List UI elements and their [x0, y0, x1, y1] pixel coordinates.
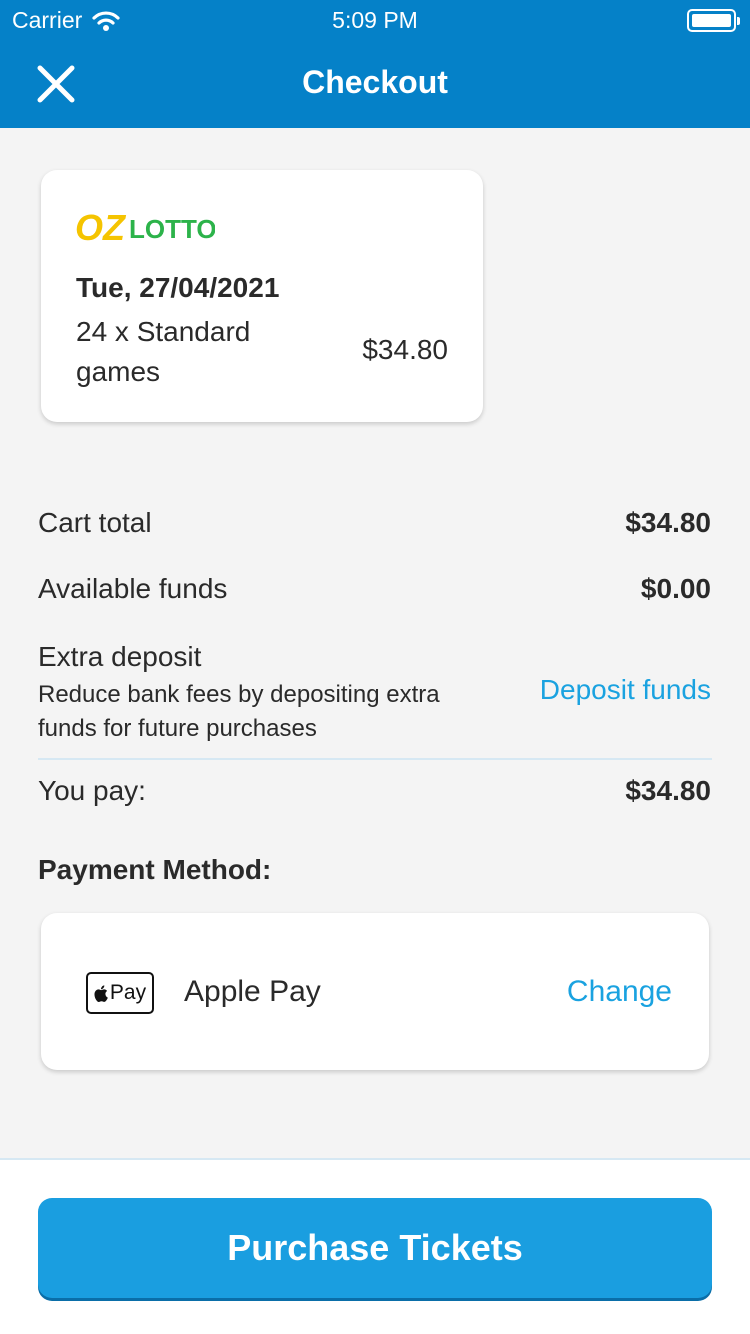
apple-pay-badge-text: Pay: [109, 981, 147, 1004]
svg-text:OZ: OZ: [75, 207, 127, 248]
clock: 5:09 PM: [332, 7, 418, 33]
game-count: 24 x Standard games: [76, 316, 251, 387]
payment-method-title: Payment Method:: [38, 854, 272, 885]
available-funds-value: $0.00: [640, 573, 711, 604]
oz-lotto-logo: OZ LOTTO: [75, 206, 215, 250]
summary-divider: [38, 758, 712, 760]
cart-total-value: $34.80: [625, 507, 711, 538]
extra-deposit-hint: Reduce bank fees by depositing extra fun…: [38, 681, 440, 742]
oz-lotto-logo-icon: OZ LOTTO: [75, 207, 215, 248]
svg-text:LOTTO: LOTTO: [129, 214, 215, 244]
apple-pay-icon: Pay: [86, 972, 154, 1014]
you-pay-value: $34.80: [625, 775, 711, 806]
ticket-price: $34.80: [362, 334, 448, 365]
cart-total-label: Cart total: [38, 507, 152, 538]
ticket-card[interactable]: OZ LOTTO Tue, 27/04/2021 24 x Standard g…: [41, 170, 483, 422]
change-payment-link[interactable]: Change: [567, 975, 672, 1009]
page-title: Checkout: [302, 64, 448, 100]
purchase-tickets-button[interactable]: Purchase Tickets: [38, 1198, 712, 1298]
deposit-funds-link[interactable]: Deposit funds: [540, 674, 711, 706]
payment-method-name: Apple Pay: [184, 975, 321, 1008]
app-header: Carrier 5:09 PM Checkout: [0, 0, 750, 128]
draw-date: Tue, 27/04/2021: [76, 272, 280, 303]
battery-icon: [687, 9, 740, 32]
payment-method-card: Pay Apple Pay Change: [41, 913, 709, 1070]
you-pay-label: You pay:: [38, 775, 146, 806]
status-bar: Carrier 5:09 PM: [0, 0, 750, 42]
apple-logo-icon: [94, 984, 108, 1002]
extra-deposit-label: Extra deposit: [38, 641, 202, 672]
available-funds-label: Available funds: [38, 573, 228, 604]
